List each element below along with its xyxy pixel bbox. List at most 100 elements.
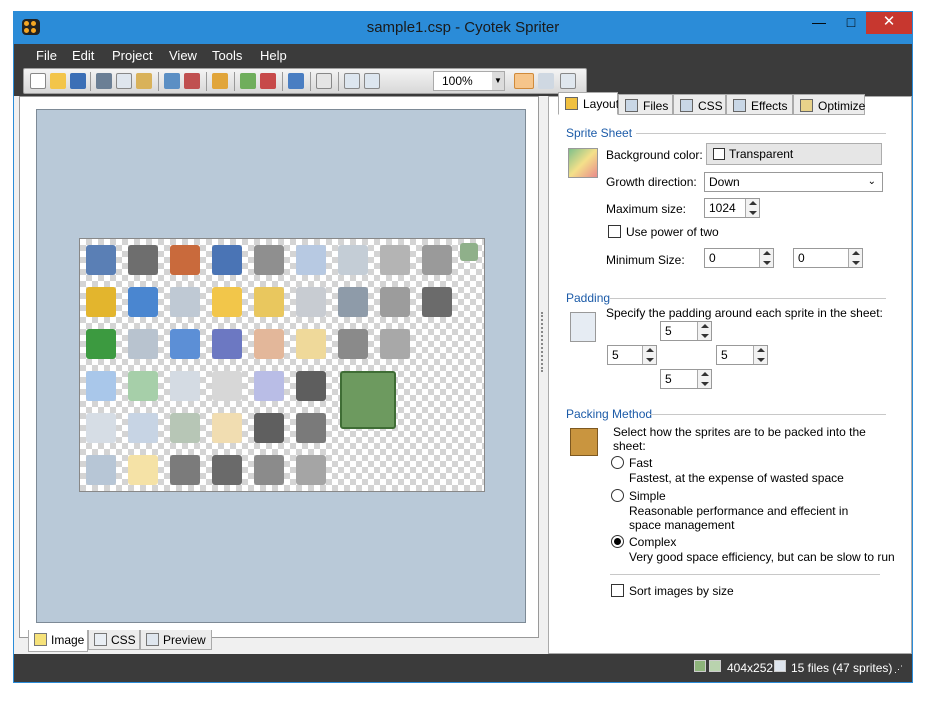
image-view-pane	[19, 96, 539, 638]
packing-fast-label: Fast	[629, 456, 653, 470]
preview-icon	[146, 633, 159, 646]
menu-edit[interactable]: Edit	[72, 48, 94, 63]
app-window: sample1.csp - Cyotek Spriter — □ ✕ File …	[13, 11, 913, 683]
image-crop-sprite	[380, 245, 410, 275]
menu-bar: File Edit Project View Tools Help	[14, 44, 912, 68]
cut-icon[interactable]	[96, 73, 112, 89]
grid-icon[interactable]	[514, 73, 534, 89]
zoom-select[interactable]: 100% ▼	[433, 71, 505, 91]
padding-icon	[570, 312, 596, 342]
save-icon[interactable]	[70, 73, 86, 89]
growth-direction-select[interactable]: Down ⌄	[704, 172, 883, 192]
menu-project[interactable]: Project	[112, 48, 152, 63]
tab-effects[interactable]: Effects	[726, 94, 793, 115]
minimum-width-stepper[interactable]	[759, 249, 773, 267]
zoom-faded-sprite	[170, 413, 200, 443]
chevron-down-icon[interactable]: ▼	[492, 72, 504, 90]
tree-add-2-sprite	[170, 287, 200, 317]
database-faded-sprite	[296, 329, 326, 359]
clipboard-grey-sprite	[380, 329, 410, 359]
title-bar[interactable]: sample1.csp - Cyotek Spriter — □ ✕	[14, 12, 912, 44]
tab-preview[interactable]: Preview	[140, 630, 212, 650]
export-icon[interactable]	[288, 73, 304, 89]
tab-layout[interactable]: Layout	[558, 92, 619, 115]
menu-file[interactable]: File	[36, 48, 57, 63]
tab-optimize[interactable]: Optimize	[793, 94, 865, 115]
menu-view[interactable]: View	[169, 48, 197, 63]
play-grey-sprite	[296, 413, 326, 443]
maximum-size-input[interactable]: 1024	[704, 198, 760, 218]
close-button[interactable]: ✕	[866, 12, 912, 34]
maximize-button[interactable]: □	[836, 12, 866, 34]
minimum-height-input[interactable]: 0	[793, 248, 863, 268]
sort-images-label: Sort images by size	[629, 584, 734, 598]
padding-left-stepper[interactable]	[642, 346, 656, 364]
background-color-button[interactable]: Transparent	[706, 143, 882, 165]
maximum-size-label: Maximum size:	[606, 202, 687, 216]
binary-grey-sprite	[254, 455, 284, 485]
user-faded-sprite	[338, 287, 368, 317]
binary-faded-sprite	[128, 371, 158, 401]
packing-fast-description: Fastest, at the expense of wasted space	[629, 471, 844, 485]
chevron-down-icon: ⌄	[867, 176, 876, 187]
maximum-size-stepper[interactable]	[745, 199, 759, 217]
zoom-value: 100%	[442, 74, 473, 88]
sprite-names-icon[interactable]	[538, 73, 554, 89]
font-aa-sprite	[128, 329, 158, 359]
status-bar: 404x252 15 files (47 sprites) ⋰	[14, 654, 912, 682]
packing-fast-radio[interactable]	[611, 456, 624, 469]
tab-files[interactable]: Files	[618, 94, 673, 115]
pane-splitter[interactable]	[541, 312, 545, 372]
floppy-blue-sprite	[212, 329, 242, 359]
tab-css[interactable]: CSS	[88, 630, 140, 650]
padding-right-input[interactable]: 5	[716, 345, 768, 365]
minimize-button[interactable]: —	[804, 12, 834, 34]
minimum-height-stepper[interactable]	[848, 249, 862, 267]
add-file-icon[interactable]	[240, 73, 256, 89]
packing-simple-radio[interactable]	[611, 489, 624, 502]
packing-method-heading: Packing Method	[566, 407, 653, 421]
color-swatch-icon	[713, 148, 725, 160]
padding-left-input[interactable]: 5	[607, 345, 657, 365]
padding-top-stepper[interactable]	[697, 322, 711, 340]
play-faded-sprite	[86, 371, 116, 401]
document-icon[interactable]	[316, 73, 332, 89]
packing-complex-radio[interactable]	[611, 535, 624, 548]
zoom-out-icon[interactable]	[364, 73, 380, 89]
delete-file-icon[interactable]	[260, 73, 276, 89]
list-view-icon[interactable]	[560, 73, 576, 89]
sprite-sheet-icon	[568, 148, 598, 178]
open-icon[interactable]	[50, 73, 66, 89]
menu-tools[interactable]: Tools	[212, 48, 242, 63]
tab-image[interactable]: Image	[28, 630, 88, 652]
padding-bottom-stepper[interactable]	[697, 370, 711, 388]
minimum-width-input[interactable]: 0	[704, 248, 774, 268]
font-faded-sprite	[86, 413, 116, 443]
binoculars-window-sprite	[86, 245, 116, 275]
sheet-dimensions: 404x252	[727, 661, 774, 675]
image-faded-sprite	[128, 413, 158, 443]
menu-help[interactable]: Help	[260, 48, 287, 63]
use-power-of-two-checkbox[interactable]	[608, 225, 621, 238]
note-pencil-sprite	[212, 287, 242, 317]
large-zoom-book-sprite	[340, 371, 396, 429]
padding-top-input[interactable]: 5	[660, 321, 712, 341]
image-canvas[interactable]	[36, 109, 526, 623]
copy-icon[interactable]	[116, 73, 132, 89]
optimize-icon	[800, 99, 813, 112]
files-count: 15 files (47 sprites)	[791, 661, 893, 675]
zoom-in-icon[interactable]	[344, 73, 360, 89]
padding-right-stepper[interactable]	[753, 346, 767, 364]
sheet-icon	[709, 660, 721, 672]
add-image-icon[interactable]	[164, 73, 180, 89]
padding-bottom-input[interactable]: 5	[660, 369, 712, 389]
printer-faded-sprite	[212, 371, 242, 401]
resize-grip[interactable]: ⋰	[894, 664, 903, 675]
remove-image-icon[interactable]	[184, 73, 200, 89]
clipboard-faded-sprite	[212, 413, 242, 443]
folder-icon[interactable]	[212, 73, 228, 89]
sort-images-checkbox[interactable]	[611, 584, 624, 597]
paste-icon[interactable]	[136, 73, 152, 89]
tab-css-settings[interactable]: CSS	[673, 94, 726, 115]
new-icon[interactable]	[30, 73, 46, 89]
